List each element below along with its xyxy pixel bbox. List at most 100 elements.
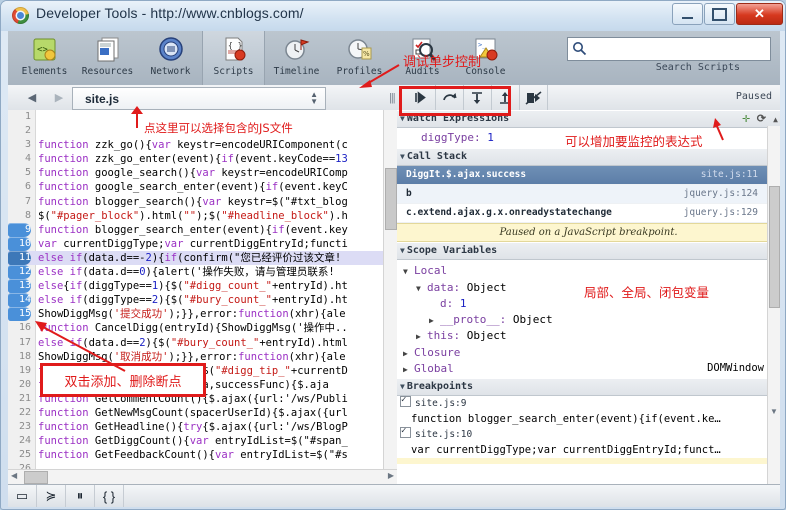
resources-icon: [93, 35, 123, 65]
minimize-button[interactable]: [672, 3, 703, 25]
line-number[interactable]: 2: [8, 124, 31, 138]
breakpoint-checkbox[interactable]: [400, 396, 411, 407]
line-number[interactable]: 7: [8, 195, 31, 209]
line-number[interactable]: 18: [8, 350, 31, 364]
dock-console-button[interactable]: ▭: [8, 485, 37, 507]
scope-name: Local: [414, 264, 447, 277]
line-number[interactable]: 20: [8, 378, 31, 392]
breakpoint-checkbox[interactable]: [400, 427, 411, 438]
step-control-arrow-icon: [357, 63, 401, 89]
console-drawer-button[interactable]: ≽: [37, 485, 66, 507]
line-number[interactable]: 22: [8, 406, 31, 420]
disclosure-triangle-icon[interactable]: ▶: [429, 313, 440, 329]
pause-on-exceptions-button[interactable]: ⏸: [66, 485, 95, 507]
code-line[interactable]: 10var currentDiggType;var currentDiggEnt…: [8, 237, 397, 251]
code-line[interactable]: 7function blogger_search(){var keystr=$(…: [8, 195, 397, 209]
call-stack-row[interactable]: DiggIt.$.ajax.success site.js:11: [397, 166, 780, 185]
chevron-up-icon[interactable]: ▲: [773, 112, 778, 127]
title-bar: Developer Tools - http://www.cnblogs.com…: [1, 1, 786, 31]
line-number[interactable]: 19: [8, 364, 31, 378]
close-button[interactable]: ✕: [736, 3, 783, 25]
breakpoints-header[interactable]: ▼Breakpoints: [397, 378, 780, 396]
code-line[interactable]: 9function blogger_search_enter(event){if…: [8, 223, 397, 237]
code-line[interactable]: 8$("#pager_block").html("");$("#headline…: [8, 209, 397, 223]
code-line[interactable]: 6function google_search_enter(event){if(…: [8, 180, 397, 194]
scope-variables-header[interactable]: ▼Scope Variables: [397, 242, 780, 260]
disclosure-triangle-icon[interactable]: ▼: [416, 281, 427, 297]
disclosure-triangle-icon[interactable]: ▶: [416, 329, 427, 345]
source-code-pane[interactable]: 123function zzk_go(){var keystr=encodeUR…: [8, 110, 398, 484]
code-line[interactable]: 12else if(data.d==0){alert('操作失败，请与管理员联系…: [8, 265, 397, 279]
line-number[interactable]: 1: [8, 110, 31, 124]
line-number[interactable]: 23: [8, 420, 31, 434]
refresh-icon[interactable]: ⟳: [757, 112, 766, 126]
tab-network[interactable]: Network: [139, 31, 202, 85]
call-stack-header[interactable]: ▼Call Stack: [397, 148, 780, 166]
scope-row[interactable]: ▶__proto__: Object: [397, 312, 780, 329]
line-number[interactable]: 24: [8, 434, 31, 448]
code-line[interactable]: 4function zzk_go_enter(event){if(event.k…: [8, 152, 397, 166]
line-number[interactable]: 17: [8, 336, 31, 350]
line-number[interactable]: 8: [8, 209, 31, 223]
line-number[interactable]: 10: [8, 237, 31, 251]
pretty-print-button[interactable]: { }: [95, 485, 124, 507]
code-line[interactable]: 5function google_search(){var keystr=enc…: [8, 166, 397, 180]
call-stack-row[interactable]: c.extend.ajax.g.x.onreadystatechange jqu…: [397, 204, 780, 223]
line-number[interactable]: 14: [8, 293, 31, 307]
code-line[interactable]: 13else{if(diggType==1){$("#digg_count_"+…: [8, 279, 397, 293]
breakpoint-row[interactable]: site.js:10: [397, 427, 780, 442]
tab-elements[interactable]: <> Elements: [13, 31, 76, 85]
disclosure-triangle-icon[interactable]: ▶: [403, 362, 414, 378]
sidebar-scroll-down-arrow[interactable]: ▼: [770, 407, 778, 416]
code-line[interactable]: 22 function GetNewMsgCount(spacerUserId){…: [8, 406, 397, 420]
code-line[interactable]: 14else if(diggType==2){$("#bury_count_"+…: [8, 293, 397, 307]
code-line[interactable]: 23function GetHeadline(){try{$.ajax({url…: [8, 420, 397, 434]
code-vscroll-thumb[interactable]: [385, 168, 397, 230]
line-number[interactable]: 13: [8, 279, 31, 293]
file-selector-dropdown[interactable]: site.js ▲▼: [72, 87, 326, 110]
network-icon: [156, 35, 186, 65]
code-line[interactable]: 24function GetDiggCount(){var entryIdLis…: [8, 434, 397, 448]
line-number[interactable]: 11: [8, 251, 31, 265]
watch-add-arrow-icon: [707, 118, 729, 142]
scope-row[interactable]: ▼Local: [397, 263, 780, 280]
code-line[interactable]: 11else if(data.d==-2){if(confirm("您已经评价过…: [8, 251, 397, 265]
line-number[interactable]: 4: [8, 152, 31, 166]
tab-scripts[interactable]: { } Scripts: [202, 31, 265, 85]
plus-icon[interactable]: ✛: [742, 112, 750, 125]
line-number[interactable]: 9: [8, 223, 31, 237]
line-number[interactable]: 16: [8, 321, 31, 335]
tab-timeline[interactable]: Timeline: [265, 31, 328, 85]
line-number[interactable]: 6: [8, 180, 31, 194]
scope-row[interactable]: ▶GlobalDOMWindow: [397, 361, 780, 378]
toggle-breakpoints-button[interactable]: [520, 85, 548, 110]
maximize-button[interactable]: [704, 3, 735, 25]
code-text: function GetNewMsgCount(spacerUserId){$.…: [38, 406, 348, 420]
disclosure-triangle-icon[interactable]: ▶: [403, 346, 414, 362]
breakpoint-row[interactable]: site.js:9: [397, 396, 780, 411]
line-number[interactable]: 12: [8, 265, 31, 279]
line-number[interactable]: 25: [8, 448, 31, 462]
code-line[interactable]: 25function GetFeedbackCount(){var entryI…: [8, 448, 397, 462]
code-horizontal-scrollbar[interactable]: ◀ ▶: [8, 469, 397, 484]
sidebar-scrollbar[interactable]: ▼: [767, 126, 780, 484]
disclosure-triangle-icon[interactable]: ▼: [403, 264, 414, 280]
search-input[interactable]: [567, 37, 771, 61]
call-stack-row[interactable]: b jquery.js:124: [397, 185, 780, 204]
code-vertical-scrollbar[interactable]: [383, 110, 397, 470]
hscroll-left-arrow[interactable]: ◀: [11, 471, 17, 480]
code-line[interactable]: 3function zzk_go(){var keystr=encodeURIC…: [8, 138, 397, 152]
scope-row[interactable]: ▶Closure: [397, 345, 780, 362]
line-number[interactable]: 5: [8, 166, 31, 180]
scope-row[interactable]: ▶this: Object: [397, 328, 780, 345]
line-number[interactable]: 21: [8, 392, 31, 406]
line-number[interactable]: 3: [8, 138, 31, 152]
line-number[interactable]: 15: [8, 307, 31, 321]
back-button[interactable]: ◀: [22, 89, 42, 106]
sidebar-scroll-thumb[interactable]: [769, 186, 780, 308]
hscroll-right-arrow[interactable]: ▶: [388, 471, 394, 480]
code-hscroll-thumb[interactable]: [24, 471, 48, 484]
tab-resources[interactable]: Resources: [76, 31, 139, 85]
splitter-grip[interactable]: |||: [389, 92, 395, 104]
forward-button[interactable]: ▶: [49, 89, 69, 106]
